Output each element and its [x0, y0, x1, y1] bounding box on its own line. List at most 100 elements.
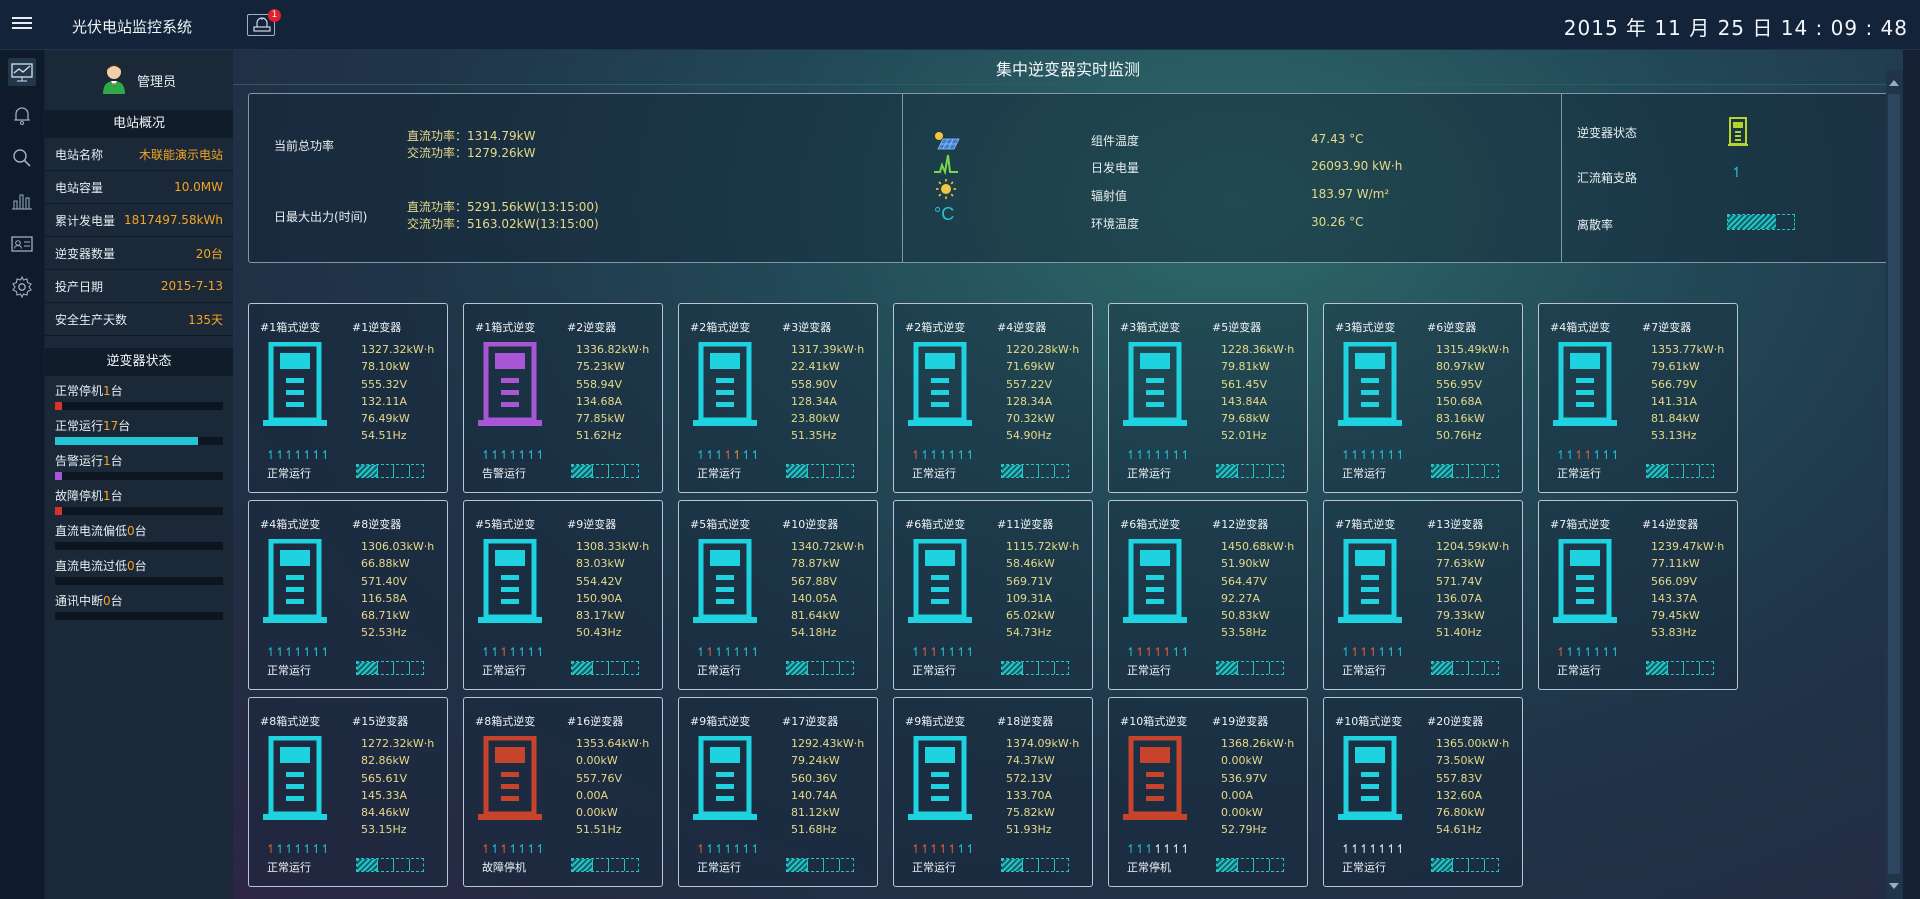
dispersion-bar	[356, 464, 424, 478]
inverter-card[interactable]: #7箱式逆变 #14逆变器 1239.47kW·h 77.11kW 566.09V 143…	[1538, 500, 1738, 690]
inverter-card[interactable]: #1箱式逆变 #1逆变器 1327.32kW·h 78.10kW 555.32V 132.…	[248, 303, 448, 493]
branch-arrow-icon: ↿	[714, 448, 724, 462]
dispersion-bar-segment	[409, 662, 410, 674]
overview-value: 20台	[195, 246, 223, 261]
branch-arrows: ↿↿↿↿↿↿↿	[911, 448, 975, 462]
dispersion-bar-segment	[1468, 662, 1469, 674]
inverter-card[interactable]: #8箱式逆变 #16逆变器 1353.64kW·h 0.00kW 557.76V 0.00…	[463, 697, 663, 887]
dispersion-bar-fill	[1647, 465, 1667, 477]
status-item[interactable]: 直流电流偏低0台	[55, 522, 223, 557]
branch-arrow-icon: ↿	[1386, 448, 1396, 462]
branch-arrow-icon: ↿	[302, 448, 312, 462]
max-output-label: 日最大出力(时间)	[274, 210, 368, 224]
dispersion-bar-segment	[1269, 465, 1270, 477]
branch-arrow-icon: ↿	[1583, 645, 1593, 659]
scroll-up-icon[interactable]	[1889, 80, 1899, 86]
box-name: #3箱式逆变	[1120, 321, 1181, 334]
ac-max-value: 交流功率：5163.02kW(13:15:00)	[407, 217, 599, 231]
branch-arrow-icon: ↿	[1162, 645, 1172, 659]
dispersion-bar-segment	[592, 465, 593, 477]
branch-arrow-icon: ↿	[526, 645, 536, 659]
inverter-card[interactable]: #4箱式逆变 #8逆变器 1306.03kW·h 66.88kW 571.40V 116.…	[248, 500, 448, 690]
inverter-card[interactable]: #6箱式逆变 #11逆变器 1115.72kW·h 58.46kW 569.71V 109…	[893, 500, 1093, 690]
branch-arrow-icon: ↿	[956, 842, 966, 856]
status-item[interactable]: 告警运行1台	[55, 452, 223, 487]
branch-arrow-icon: ↿	[490, 842, 500, 856]
branch-arrow-icon: ↿	[1359, 645, 1369, 659]
dispersion-bar-segment	[1667, 465, 1668, 477]
dispersion-bar	[1431, 858, 1499, 872]
branch-arrow-icon: ↿	[481, 448, 491, 462]
branch-arrow-icon: ↿	[741, 645, 751, 659]
inverter-icon	[691, 341, 759, 428]
branch-arrow-icon: ↿	[1350, 448, 1360, 462]
status-item[interactable]: 正常停机1台	[55, 382, 223, 417]
inverter-card[interactable]: #3箱式逆变 #5逆变器 1228.36kW·h 79.81kW 561.45V 143.…	[1108, 303, 1308, 493]
search-icon[interactable]	[8, 144, 36, 172]
overview-row: 电站名称 木联能演示电站	[45, 138, 233, 171]
scroll-down-icon[interactable]	[1889, 883, 1899, 889]
dc-power-value: 0.00kW	[1221, 754, 1263, 768]
energy-value: 1450.68kW·h	[1221, 540, 1295, 553]
current-value: 133.70A	[1006, 788, 1053, 802]
sun-icon	[936, 179, 956, 199]
inverter-card[interactable]: #10箱式逆变 #20逆变器 1365.00kW·h 73.50kW 557.83V 13…	[1323, 697, 1523, 887]
dispersion-bar-segment	[1038, 465, 1039, 477]
status-item[interactable]: 故障停机1台	[55, 487, 223, 522]
current-value: 145.33A	[361, 788, 408, 802]
status-unit: 台	[110, 489, 123, 503]
inverter-card[interactable]: #1箱式逆变 #2逆变器 1336.82kW·h 75.23kW 558.94V 134.…	[463, 303, 663, 493]
inverter-card[interactable]: #10箱式逆变 #19逆变器 1368.26kW·h 0.00kW 536.97V 0.0…	[1108, 697, 1308, 887]
chart-icon[interactable]	[8, 187, 36, 215]
inverter-card[interactable]: #7箱式逆变 #13逆变器 1204.59kW·h 77.63kW 571.74V 136…	[1323, 500, 1523, 690]
status-item[interactable]: 正常运行17台	[55, 417, 223, 452]
dispersion-bar-segment	[592, 662, 593, 674]
voltage-value: 561.45V	[1221, 377, 1268, 391]
monitor-icon[interactable]	[8, 58, 36, 86]
branch-arrows: ↿↿↿↿↿↿↿	[696, 842, 760, 856]
inverter-icon	[1121, 735, 1189, 822]
inverter-card[interactable]: #5箱式逆变 #10逆变器 1340.72kW·h 78.87kW 567.88V 140…	[678, 500, 878, 690]
bell-icon[interactable]	[8, 101, 36, 129]
inverter-name: #9逆变器	[567, 518, 617, 531]
scrollbar[interactable]	[1886, 70, 1903, 899]
frequency-value: 54.51Hz	[361, 429, 407, 443]
scroll-thumb[interactable]	[1888, 94, 1900, 874]
status-count: 1	[103, 454, 111, 468]
frequency-value: 52.01Hz	[1221, 429, 1267, 443]
gear-icon[interactable]	[8, 273, 36, 301]
inverter-icon	[1336, 538, 1404, 625]
dispersion-bar-segment	[409, 465, 410, 477]
inverter-card[interactable]: #6箱式逆变 #12逆变器 1450.68kW·h 51.90kW 564.47V 92.…	[1108, 500, 1308, 690]
inverter-card[interactable]: #3箱式逆变 #6逆变器 1315.49kW·h 80.97kW 556.95V 150.…	[1323, 303, 1523, 493]
id-card-icon[interactable]	[8, 230, 36, 258]
status-item[interactable]: 通讯中断0台	[55, 592, 223, 627]
dispersion-bar-segment	[1253, 465, 1254, 477]
branch-arrows: ↿↿↿↿↿↿↿	[1341, 448, 1405, 462]
branch-arrow-icon: ↿	[1180, 645, 1190, 659]
current-value: 141.31A	[1651, 394, 1698, 408]
voltage-value: 536.97V	[1221, 771, 1268, 785]
inverter-card[interactable]: #4箱式逆变 #7逆变器 1353.77kW·h 79.61kW 566.79V 141.…	[1538, 303, 1738, 493]
inverter-card[interactable]: #5箱式逆变 #9逆变器 1308.33kW·h 83.03kW 554.42V 150.…	[463, 500, 663, 690]
status-item[interactable]: 直流电流过低0台	[55, 557, 223, 592]
inverter-values: 1353.64kW·h 0.00kW 557.76V 0.00A 0.00kW 51.51…	[576, 735, 649, 839]
inverter-card[interactable]: #2箱式逆变 #4逆变器 1220.28kW·h 71.69kW 557.22V 128.…	[893, 303, 1093, 493]
inverter-card[interactable]: #9箱式逆变 #18逆变器 1374.09kW·h 74.37kW 572.13V 133…	[893, 697, 1093, 887]
inverter-card[interactable]: #2箱式逆变 #3逆变器 1317.39kW·h 22.41kW 558.90V 128.…	[678, 303, 878, 493]
avatar	[103, 64, 125, 94]
frequency-value: 53.13Hz	[1651, 429, 1697, 443]
box-name: #7箱式逆变	[1550, 518, 1611, 531]
ac-power-value: 交流功率：1279.26kW	[407, 146, 536, 160]
frequency-value: 51.35Hz	[791, 429, 837, 443]
inverter-state: 正常运行	[912, 664, 956, 677]
inverter-card[interactable]: #8箱式逆变 #15逆变器 1272.32kW·h 82.86kW 565.61V 145…	[248, 697, 448, 887]
inverter-icon	[1551, 341, 1619, 428]
dispersion-bar-segment	[1022, 465, 1023, 477]
menu-icon[interactable]	[10, 14, 34, 36]
inverter-values: 1228.36kW·h 79.81kW 561.45V 143.84A 79.68kW 5…	[1221, 341, 1294, 445]
inverter-card[interactable]: #9箱式逆变 #17逆变器 1292.43kW·h 79.24kW 560.36V 140…	[678, 697, 878, 887]
dispersion-bar-segment	[1699, 662, 1700, 674]
inverter-name: #19逆变器	[1212, 715, 1269, 728]
inverter-icon	[906, 538, 974, 625]
